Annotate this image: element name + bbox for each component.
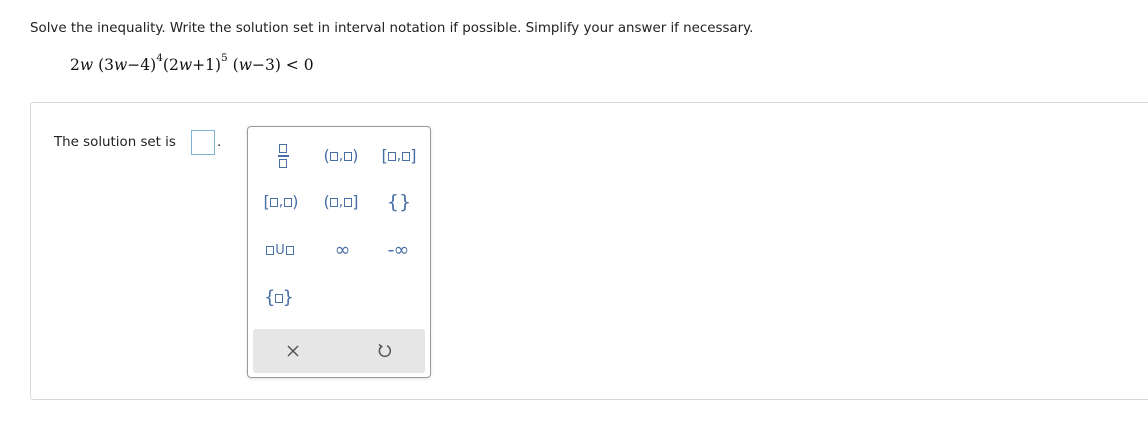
comma-glyph: , [338, 148, 344, 164]
close-brace-glyph: } [282, 287, 294, 308]
union-button[interactable]: U [260, 237, 300, 263]
fraction-button[interactable] [270, 141, 296, 171]
comma-glyph: , [338, 194, 344, 210]
open-open-interval-button[interactable]: (,) [316, 143, 366, 169]
union-glyph: U [275, 242, 285, 258]
closed-open-interval-button[interactable]: [,) [256, 189, 306, 215]
negative-infinity-glyph: -∞ [387, 239, 410, 261]
undo-button[interactable] [355, 329, 415, 373]
open-brace-glyph: { [264, 287, 276, 308]
close-bracket-glyph: ] [352, 192, 359, 211]
fraction-icon [277, 144, 289, 168]
clear-button[interactable] [263, 329, 323, 373]
infinity-glyph: ∞ [334, 239, 351, 261]
open-brace-glyph: { [386, 190, 399, 213]
infinity-button[interactable]: ∞ [326, 237, 358, 263]
comma-glyph: , [278, 194, 284, 210]
undo-icon [378, 343, 392, 358]
open-closed-interval-button[interactable]: (,] [316, 189, 366, 215]
prompt-period: . [217, 135, 222, 150]
closed-closed-interval-button[interactable]: [,] [374, 143, 424, 169]
solution-prompt: The solution set is [54, 135, 176, 150]
negative-infinity-button[interactable]: -∞ [378, 237, 418, 263]
close-brace-glyph: } [399, 190, 412, 213]
close-paren-glyph: ) [352, 146, 359, 165]
close-paren-glyph: ) [292, 192, 299, 211]
palette-action-bar [253, 329, 425, 373]
answer-input-box[interactable] [191, 130, 215, 155]
question-instructions: Solve the inequality. Write the solution… [30, 21, 754, 36]
set-builder-button[interactable]: {} [264, 285, 294, 311]
empty-set-button[interactable]: {} [382, 189, 416, 215]
math-palette: (,) [,] [,) (,] {} U ∞ -∞ {} [247, 126, 431, 378]
close-icon [287, 345, 299, 357]
inequality-expression: 2w (3w−4)4(2w+1)5 (w−3) < 0 [70, 51, 314, 74]
close-bracket-glyph: ] [410, 146, 417, 165]
comma-glyph: , [396, 148, 402, 164]
